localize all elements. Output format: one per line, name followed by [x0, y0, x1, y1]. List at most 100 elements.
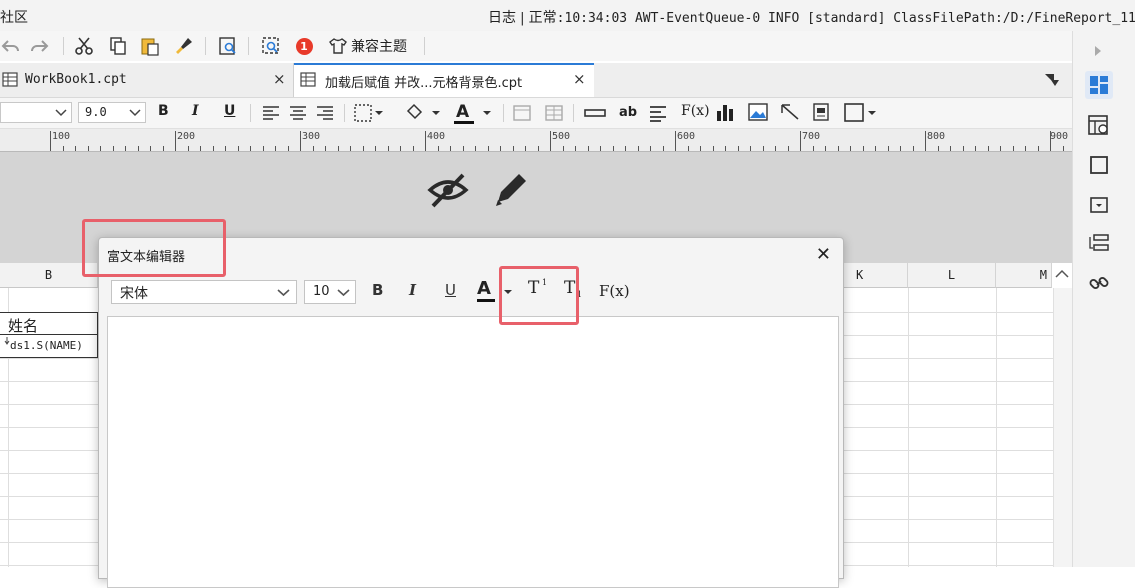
cell-element-icon[interactable] — [1087, 113, 1111, 137]
notification-icon[interactable]: 1 — [294, 36, 314, 56]
ruler-tick — [725, 146, 726, 151]
preview-search-icon[interactable] — [218, 36, 238, 56]
align-center-icon[interactable] — [289, 105, 307, 121]
cell-attr-icon[interactable] — [1085, 71, 1113, 99]
column-header-k[interactable]: K — [842, 263, 908, 288]
align-left-icon[interactable] — [262, 105, 280, 121]
font-size-select[interactable]: 10 — [304, 280, 356, 304]
column-header-m[interactable]: M — [996, 263, 1052, 288]
font-size-combo[interactable]: 9.0 — [78, 102, 146, 123]
log-line[interactable]: 日志 | 正常:10:34:03 AWT-EventQueue-0 INFO [… — [488, 7, 1135, 27]
ruler-tick — [538, 146, 539, 151]
tab-workbook1[interactable]: WorkBook1.cpt × — [0, 63, 293, 97]
paste-icon[interactable] — [140, 36, 160, 56]
chevron-down-icon — [483, 111, 491, 115]
ruler-tick — [588, 146, 589, 151]
tab-list-icon[interactable] — [1044, 73, 1060, 87]
cell-b-data[interactable]: ds1.S(NAME) — [0, 335, 98, 358]
insert-image-icon[interactable] — [748, 103, 768, 121]
tab-close-icon[interactable]: × — [273, 70, 286, 88]
redo-icon[interactable] — [30, 36, 50, 56]
ruler-tick — [613, 146, 614, 151]
ruler-tick — [400, 146, 401, 151]
border-icon[interactable] — [354, 104, 384, 122]
toolbar-divider — [424, 37, 425, 55]
font-family-combo[interactable] — [0, 102, 72, 123]
condition-icon[interactable] — [1087, 193, 1111, 217]
tab-active-cpt[interactable]: 加载后赋值 并改...元格背景色.cpt × — [294, 63, 594, 97]
close-icon[interactable]: ✕ — [816, 244, 831, 265]
font-color-button[interactable]: A — [454, 102, 494, 124]
tab-label: WorkBook1.cpt — [25, 72, 127, 87]
ruler-tick — [863, 146, 864, 151]
formula-button[interactable]: F(x) — [599, 282, 630, 300]
log-message: :10:34:03 AWT-EventQueue-0 INFO [standar… — [556, 11, 1135, 26]
cell-b-header[interactable]: 姓名 — [0, 312, 98, 335]
toolbar-divider — [503, 104, 504, 122]
log-label: 日志 — [488, 10, 516, 26]
insert-text-icon[interactable] — [584, 108, 606, 118]
ruler-tick — [663, 146, 664, 151]
eye-hidden-icon[interactable] — [427, 172, 469, 208]
vertical-scrollbar[interactable] — [1053, 288, 1073, 567]
rich-text-body[interactable] — [107, 316, 839, 588]
format-painter-icon[interactable] — [174, 36, 194, 56]
chevron-down-icon — [129, 109, 141, 117]
ruler-mark: 800 — [927, 131, 946, 142]
ruler-mark: 100 — [52, 131, 71, 142]
insert-float-icon[interactable] — [844, 103, 880, 123]
ruler-tick — [75, 146, 76, 151]
ruler-tick — [600, 146, 601, 151]
insert-formula-button[interactable]: F(x) — [681, 103, 710, 119]
underline-button[interactable]: U — [224, 103, 235, 119]
insert-richtext-icon[interactable] — [649, 104, 667, 122]
font-family-select[interactable]: 宋体 — [111, 280, 297, 304]
undo-icon[interactable] — [0, 36, 20, 56]
ruler-tick — [675, 131, 676, 151]
ruler-tick — [813, 146, 814, 151]
scroll-up-icon[interactable] — [1055, 269, 1069, 279]
fill-color-icon[interactable] — [404, 103, 440, 123]
hyperlink-list-icon[interactable] — [1087, 231, 1111, 255]
font-color-swatch — [454, 121, 474, 124]
widget-icon[interactable] — [1087, 153, 1111, 177]
chevron-down-icon — [277, 289, 290, 297]
underline-button[interactable]: U — [445, 281, 456, 299]
italic-button[interactable]: I — [192, 103, 199, 119]
insert-subreport-icon[interactable] — [812, 103, 830, 121]
cut-icon[interactable] — [74, 36, 94, 56]
unmerge-cell-icon[interactable] — [545, 105, 563, 121]
font-size-value: 10 — [313, 284, 330, 299]
bold-button[interactable]: B — [158, 103, 169, 119]
workbook-icon — [2, 72, 18, 87]
ruler-tick — [713, 146, 714, 151]
log-separator: | — [520, 11, 525, 26]
italic-button[interactable]: I — [409, 281, 416, 299]
workbook-icon — [300, 72, 316, 87]
insert-chart-icon[interactable] — [716, 103, 734, 121]
toolbar-divider — [248, 37, 249, 55]
merge-cell-icon[interactable] — [513, 105, 531, 121]
log-level: 正常 — [528, 10, 557, 26]
tab-close-icon[interactable]: × — [573, 70, 586, 88]
rich-text-editor-dialog: 富文本编辑器 ✕ 宋体 10 B I U A T 1 T 1 F(x) — [98, 237, 844, 588]
bold-button[interactable]: B — [372, 281, 383, 299]
find-icon[interactable] — [261, 36, 281, 56]
font-size-value: 9.0 — [85, 105, 107, 119]
link-icon[interactable] — [1087, 271, 1111, 295]
edit-pencil-icon[interactable] — [492, 170, 530, 208]
ruler-mark: 500 — [552, 131, 571, 142]
insert-slash-icon[interactable] — [780, 103, 800, 121]
expand-panel-icon[interactable] — [1093, 45, 1103, 57]
column-header-l[interactable]: L — [908, 263, 996, 288]
ruler-tick — [738, 146, 739, 151]
compat-theme-button[interactable]: 兼容主题 — [328, 36, 407, 56]
ruler-tick — [375, 146, 376, 151]
insert-text-sample[interactable]: ab — [619, 105, 637, 120]
ruler-mark: 600 — [677, 131, 696, 142]
copy-icon[interactable] — [108, 36, 128, 56]
ruler-tick — [250, 146, 251, 151]
ruler-mark: 200 — [177, 131, 196, 142]
align-right-icon[interactable] — [316, 105, 334, 121]
ruler-tick — [463, 146, 464, 151]
